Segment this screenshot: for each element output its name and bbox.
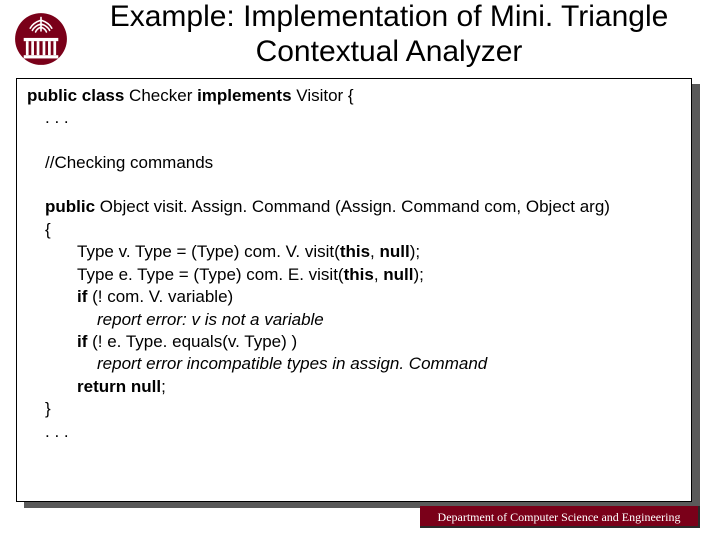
footer-bar: Department of Computer Science and Engin… (420, 506, 700, 528)
code-line: { (27, 219, 681, 241)
code-text: Type e. Type = (Type) com. E. visit( (77, 265, 344, 284)
code-text: Visitor { (292, 86, 354, 105)
keyword: public class (27, 86, 124, 105)
code-line: report error incompatible types in assig… (27, 353, 681, 375)
blank-line (27, 174, 681, 196)
code-line: return null; (27, 376, 681, 398)
university-logo (14, 12, 68, 66)
code-line: . . . (27, 421, 681, 443)
code-box: public class Checker implements Visitor … (16, 78, 692, 502)
keyword: this (340, 242, 370, 261)
code-line: if (! com. V. variable) (27, 286, 681, 308)
keyword: null (380, 242, 410, 261)
code-text: (! e. Type. equals(v. Type) ) (87, 332, 297, 351)
slide: Example: Implementation of Mini. Triangl… (0, 0, 720, 540)
blank-line (27, 130, 681, 152)
code-line: } (27, 398, 681, 420)
code-line: Type e. Type = (Type) com. E. visit(this… (27, 264, 681, 286)
code-text: ); (410, 242, 420, 261)
keyword: null (383, 265, 413, 284)
code-line: public class Checker implements Visitor … (27, 85, 681, 107)
slide-title: Example: Implementation of Mini. Triangl… (78, 0, 700, 69)
code-text: ); (414, 265, 424, 284)
keyword: if (77, 287, 87, 306)
code-text: , (374, 265, 383, 284)
code-line: Type v. Type = (Type) com. V. visit(this… (27, 241, 681, 263)
code-text: (! com. V. variable) (87, 287, 233, 306)
code-line: . . . (27, 107, 681, 129)
keyword: return null (77, 377, 161, 396)
code-line: if (! e. Type. equals(v. Type) ) (27, 331, 681, 353)
code-text: Object visit. Assign. Command (Assign. C… (95, 197, 610, 216)
keyword: this (344, 265, 374, 284)
code-line: public Object visit. Assign. Command (As… (27, 196, 681, 218)
keyword: if (77, 332, 87, 351)
code-text: , (370, 242, 379, 261)
code-line: report error: v is not a variable (27, 309, 681, 331)
tree-gate-icon (14, 12, 68, 66)
code-text: Type v. Type = (Type) com. V. visit( (77, 242, 340, 261)
code-text: Checker (124, 86, 197, 105)
code-comment: //Checking commands (27, 152, 681, 174)
code-text: ; (161, 377, 166, 396)
keyword: implements (197, 86, 291, 105)
keyword: public (45, 197, 95, 216)
